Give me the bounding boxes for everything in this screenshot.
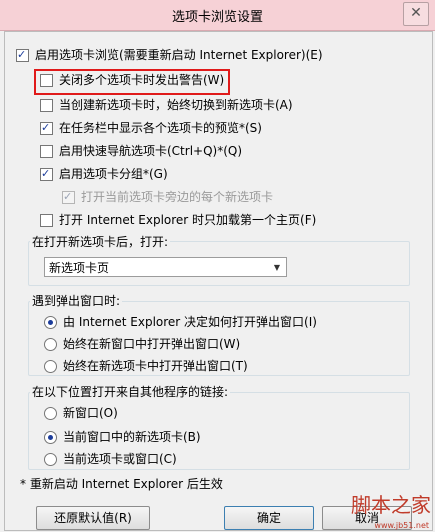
link-new-window-label: 新窗口(O) <box>63 406 118 420</box>
popup-option-new-tab[interactable]: 始终在新选项卡中打开弹出窗口(T) <box>44 357 248 375</box>
tab-groups-option[interactable]: 启用选项卡分组*(G) <box>40 165 168 183</box>
taskbar-preview-label: 在任务栏中显示各个选项卡的预览*(S) <box>59 121 262 135</box>
popup-ie-decide-label: 由 Internet Explorer 决定如何打开弹出窗口(I) <box>63 315 317 329</box>
popup-option-new-window[interactable]: 始终在新窗口中打开弹出窗口(W) <box>44 335 240 353</box>
first-home-option[interactable]: 打开 Internet Explorer 时只加载第一个主页(F) <box>40 211 316 229</box>
enable-tabs-checkbox[interactable] <box>16 46 29 64</box>
link-current-label: 当前选项卡或窗口(C) <box>63 452 177 466</box>
popup-option-ie-decide[interactable]: 由 Internet Explorer 决定如何打开弹出窗口(I) <box>44 313 317 331</box>
new-tab-group-label: 在打开新选项卡后，打开: <box>30 233 171 250</box>
enable-tabs-option[interactable]: 启用选项卡浏览(需要重新启动 Internet Explorer)(E) <box>16 46 323 64</box>
first-home-checkbox[interactable] <box>40 214 53 227</box>
links-group-label: 在以下位置打开来自其他程序的链接: <box>30 383 231 400</box>
ok-button[interactable]: 确定 <box>224 506 314 530</box>
new-tab-select[interactable]: 新选项卡页 ▼ <box>44 257 287 277</box>
tab-groups-checkbox[interactable] <box>40 165 53 183</box>
warn-close-option[interactable]: 关闭多个选项卡时发出警告(W) <box>40 71 224 89</box>
taskbar-preview-option[interactable]: 在任务栏中显示各个选项卡的预览*(S) <box>40 119 262 137</box>
quick-nav-option[interactable]: 启用快速导航选项卡(Ctrl+Q)*(Q) <box>40 142 242 160</box>
close-button[interactable]: ✕ <box>403 2 429 26</box>
link-new-tab-radio[interactable] <box>44 431 57 444</box>
popup-new-tab-label: 始终在新选项卡中打开弹出窗口(T) <box>63 359 248 373</box>
quick-nav-checkbox[interactable] <box>40 145 53 158</box>
switch-new-tab-label: 当创建新选项卡时，始终切换到新选项卡(A) <box>59 98 293 112</box>
link-new-tab-label: 当前窗口中的新选项卡(B) <box>63 430 201 444</box>
switch-new-tab-checkbox[interactable] <box>40 99 53 112</box>
enable-tabs-label: 启用选项卡浏览(需要重新启动 Internet Explorer)(E) <box>35 48 323 62</box>
link-current-radio[interactable] <box>44 453 57 466</box>
taskbar-preview-checkbox[interactable] <box>40 119 53 137</box>
window-title: 选项卡浏览设置 <box>171 10 263 25</box>
restore-defaults-button[interactable]: 还原默认值(R) <box>36 506 150 530</box>
popup-new-tab-radio[interactable] <box>44 360 57 373</box>
quick-nav-label: 启用快速导航选项卡(Ctrl+Q)*(Q) <box>59 144 243 158</box>
tab-groups-label: 启用选项卡分组*(G) <box>59 167 168 181</box>
restart-footnote: * 重新启动 Internet Explorer 后生效 <box>20 477 223 491</box>
chevron-down-icon: ▼ <box>273 263 280 272</box>
warn-close-label: 关闭多个选项卡时发出警告(W) <box>59 73 225 87</box>
new-tab-selected-value: 新选项卡页 <box>49 261 110 275</box>
popup-new-window-radio[interactable] <box>44 338 57 351</box>
first-home-label: 打开 Internet Explorer 时只加载第一个主页(F) <box>59 213 317 227</box>
link-option-current[interactable]: 当前选项卡或窗口(C) <box>44 450 177 468</box>
popup-ie-decide-radio[interactable] <box>44 316 57 329</box>
watermark-url: www.jb51.net <box>374 521 429 530</box>
close-icon: ✕ <box>410 5 422 21</box>
popup-new-window-label: 始终在新窗口中打开弹出窗口(W) <box>63 337 241 351</box>
link-new-window-radio[interactable] <box>44 407 57 420</box>
open-next-checkbox <box>62 188 75 206</box>
title-bar: 选项卡浏览设置 ✕ <box>0 0 435 31</box>
watermark-logo: 脚本之家 <box>351 493 431 517</box>
link-option-new-tab[interactable]: 当前窗口中的新选项卡(B) <box>44 428 201 446</box>
link-option-new-window[interactable]: 新窗口(O) <box>44 404 118 422</box>
open-next-label: 打开当前选项卡旁边的每个新选项卡 <box>81 190 274 204</box>
switch-new-tab-option[interactable]: 当创建新选项卡时，始终切换到新选项卡(A) <box>40 96 293 114</box>
open-next-option: 打开当前选项卡旁边的每个新选项卡 <box>62 188 273 206</box>
popups-group-label: 遇到弹出窗口时: <box>30 292 123 309</box>
warn-close-checkbox[interactable] <box>40 74 53 87</box>
